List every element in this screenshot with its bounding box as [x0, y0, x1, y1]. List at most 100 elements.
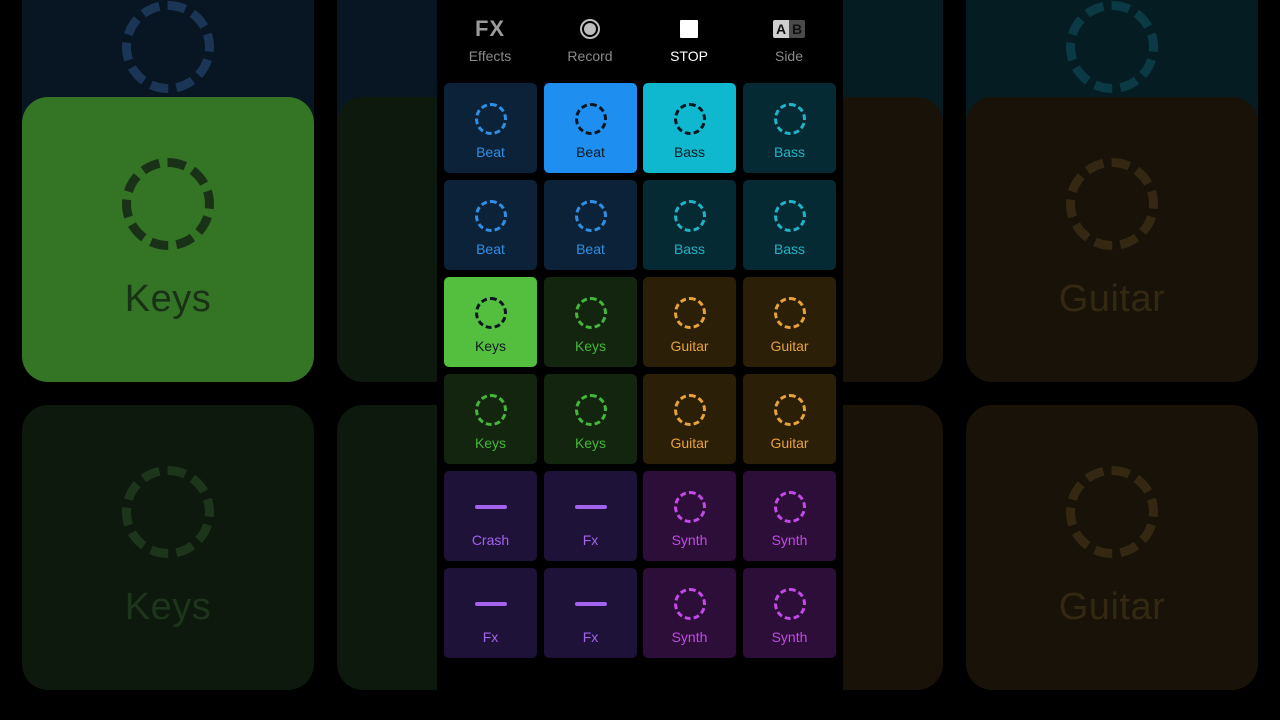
background-tile-label: Guitar: [1058, 586, 1166, 628]
loop-ring-icon: [574, 102, 608, 136]
pad-label: Synth: [671, 629, 708, 645]
pad-keys-3-2[interactable]: Keys: [544, 277, 637, 367]
loop-ring-icon: [773, 490, 807, 524]
pad-crash-5-1[interactable]: Crash: [444, 471, 537, 561]
pad-fx-5-2[interactable]: Fx: [544, 471, 637, 561]
pad-bass-2-3[interactable]: Bass: [643, 180, 736, 270]
side-label: Side: [774, 48, 804, 64]
background-tile-label: Keys: [124, 586, 212, 628]
pad-guitar-3-4[interactable]: Guitar: [743, 277, 836, 367]
pad-label: Beat: [476, 144, 505, 160]
pad-label: Bass: [773, 144, 806, 160]
loop-ring-icon: [673, 199, 707, 233]
pad-label: Beat: [576, 144, 605, 160]
side-button[interactable]: A B Side: [739, 14, 839, 70]
pad-fx-6-2[interactable]: Fx: [544, 568, 637, 658]
pad-synth-5-3[interactable]: Synth: [643, 471, 736, 561]
top-toolbar: FX Effects Record STOP A B Side: [437, 0, 843, 74]
loop-ring-icon: [122, 466, 214, 558]
background-tile: Guitar: [966, 405, 1258, 690]
pad-label: Synth: [771, 629, 808, 645]
pad-label: Keys: [474, 435, 507, 451]
loop-ring-icon: [122, 158, 214, 250]
pad-label: Fx: [582, 629, 599, 645]
pad-label: Crash: [471, 532, 510, 548]
pad-label: Synth: [671, 532, 708, 548]
pad-label: Fx: [482, 629, 499, 645]
launchpad-panel: FX Effects Record STOP A B Side Beat Bea…: [437, 0, 843, 720]
side-b-glyph: B: [789, 20, 805, 38]
pad-label: Bass: [773, 241, 806, 257]
loop-ring-icon: [574, 199, 608, 233]
loop-ring-icon: [574, 296, 608, 330]
loop-ring-icon: [773, 296, 807, 330]
stop-button[interactable]: STOP: [639, 14, 739, 70]
pad-beat-2-1[interactable]: Beat: [444, 180, 537, 270]
loop-ring-icon: [673, 587, 707, 621]
background-tile-label: Guitar: [1058, 278, 1166, 320]
background-tile-label: Keys: [124, 278, 212, 320]
pad-label: Bass: [673, 241, 706, 257]
loop-ring-icon: [474, 393, 508, 427]
pad-keys-4-1[interactable]: Keys: [444, 374, 537, 464]
pad-guitar-4-4[interactable]: Guitar: [743, 374, 836, 464]
pad-fx-6-1[interactable]: Fx: [444, 568, 537, 658]
pad-beat-2-2[interactable]: Beat: [544, 180, 637, 270]
side-a-glyph: A: [773, 20, 789, 38]
fx-icon-text: FX: [474, 16, 506, 41]
loop-ring-icon: [474, 296, 508, 330]
pad-label: Synth: [771, 532, 808, 548]
pad-beat-1-1[interactable]: Beat: [444, 83, 537, 173]
pad-label: Keys: [474, 338, 507, 354]
pad-synth-5-4[interactable]: Synth: [743, 471, 836, 561]
pad-synth-6-3[interactable]: Synth: [643, 568, 736, 658]
loop-ring-icon: [122, 1, 214, 93]
pad-label: Bass: [673, 144, 706, 160]
loop-ring-icon: [1066, 158, 1158, 250]
one-shot-dash-icon: [474, 490, 508, 524]
pad-bass-1-4[interactable]: Bass: [743, 83, 836, 173]
loop-ring-icon: [773, 199, 807, 233]
fx-icon: FX: [475, 14, 505, 44]
loop-ring-icon: [1066, 466, 1158, 558]
loop-ring-icon: [673, 393, 707, 427]
pad-label: Fx: [582, 532, 599, 548]
stop-label: STOP: [670, 48, 708, 64]
pad-label: Beat: [576, 241, 605, 257]
pad-keys-3-1[interactable]: Keys: [444, 277, 537, 367]
pad-label: Beat: [476, 241, 505, 257]
pad-label: Keys: [574, 338, 607, 354]
background-tile: Keys: [22, 97, 314, 382]
loop-ring-icon: [773, 393, 807, 427]
loop-ring-icon: [474, 199, 508, 233]
pad-label: Keys: [574, 435, 607, 451]
pad-keys-4-2[interactable]: Keys: [544, 374, 637, 464]
effects-label: Effects: [468, 48, 512, 64]
loop-ring-icon: [773, 587, 807, 621]
pad-guitar-4-3[interactable]: Guitar: [643, 374, 736, 464]
loop-ring-icon: [673, 102, 707, 136]
pad-bass-2-4[interactable]: Bass: [743, 180, 836, 270]
pad-beat-1-2[interactable]: Beat: [544, 83, 637, 173]
loop-ring-icon: [773, 102, 807, 136]
background-tile: Guitar: [966, 97, 1258, 382]
record-label: Record: [567, 48, 613, 64]
record-icon: [580, 14, 600, 44]
ab-side-icon: A B: [773, 14, 805, 44]
pad-label: Guitar: [670, 338, 709, 354]
effects-button[interactable]: FX Effects: [440, 14, 540, 70]
loop-ring-icon: [474, 102, 508, 136]
loop-ring-icon: [673, 296, 707, 330]
app-stage: Beat Bass Keys Guitar Keys Guitar FX Effects …: [0, 0, 1280, 720]
loop-ring-icon: [1066, 1, 1158, 93]
pad-guitar-3-3[interactable]: Guitar: [643, 277, 736, 367]
pad-label: Guitar: [770, 435, 809, 451]
one-shot-dash-icon: [574, 587, 608, 621]
record-button[interactable]: Record: [540, 14, 640, 70]
one-shot-dash-icon: [574, 490, 608, 524]
loop-ring-icon: [574, 393, 608, 427]
pad-label: Guitar: [770, 338, 809, 354]
pad-synth-6-4[interactable]: Synth: [743, 568, 836, 658]
stop-icon: [680, 14, 698, 44]
pad-bass-1-3[interactable]: Bass: [643, 83, 736, 173]
